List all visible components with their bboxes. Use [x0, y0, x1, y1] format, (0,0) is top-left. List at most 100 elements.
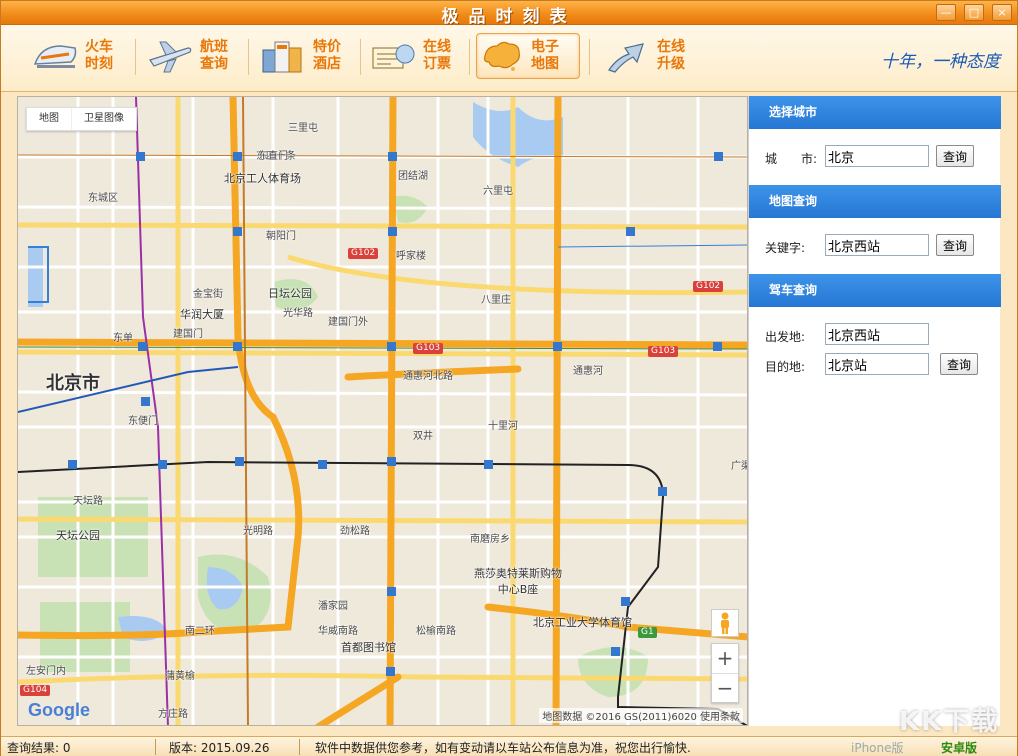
toolbar-divider — [469, 39, 470, 75]
tool-online-upgrade[interactable]: 在线升级 — [603, 33, 707, 79]
airplane-icon — [146, 36, 194, 76]
slogan-text: 十年，一种态度 — [881, 52, 1000, 72]
keyword-query-button[interactable]: 查询 — [936, 234, 974, 256]
close-button[interactable]: × — [992, 4, 1012, 21]
road-tag-g104: G104 — [20, 685, 51, 696]
map-label-poi: 天坛公园 — [56, 529, 100, 542]
map-label-poi: 首都图书馆 — [341, 641, 396, 654]
upgrade-arrow-icon — [603, 36, 651, 76]
to-input[interactable] — [825, 353, 929, 375]
toolbar-divider — [589, 39, 590, 75]
maximize-button[interactable]: □ — [964, 4, 984, 21]
map-label-street: 左安门内 — [26, 666, 66, 677]
map-label-street: 十里河 — [488, 421, 518, 432]
map-label-street: 光明路 — [243, 526, 273, 537]
tool-hotel-deals[interactable]: 特价酒店 — [259, 33, 363, 79]
tool-flight-search[interactable]: 航班查询 — [146, 33, 250, 79]
road-tag-g103: G103 — [413, 343, 444, 354]
map-label-street: 松榆南路 — [416, 626, 456, 637]
road-tag-g1: G1 — [638, 627, 657, 638]
keyword-label: 关键字: — [765, 241, 806, 255]
app-window: 极品时刻表 — □ × 火车时刻 航班查询 特价酒店 在线订票 电子地图 在线升… — [0, 0, 1018, 756]
map-label-street: 方庄路 — [158, 709, 188, 720]
street-view-pegman[interactable] — [711, 609, 739, 637]
tool-label: 电子地图 — [531, 39, 559, 72]
map-label-street: 八里庄 — [481, 295, 511, 306]
hotel-icon — [259, 36, 307, 76]
map-label-city: 北京市 — [46, 373, 100, 394]
moat — [28, 247, 43, 307]
ticket-icon — [369, 36, 417, 76]
driving-query-button[interactable]: 查询 — [940, 353, 978, 375]
toolbar-divider — [360, 39, 361, 75]
map-label-street: 天坛路 — [73, 496, 103, 507]
from-input[interactable] — [825, 323, 929, 345]
map-label-street: 南磨房乡 — [470, 534, 510, 545]
city-input[interactable] — [825, 145, 929, 167]
map-label-park: 日坛公园 — [268, 287, 312, 300]
map-label-street: 金宝街 — [193, 289, 223, 300]
title-bar[interactable]: 极品时刻表 — □ × — [1, 1, 1017, 27]
status-bar: 查询结果: 0 版本: 2015.09.26 软件中数据供您参考，如有变动请以车… — [1, 736, 1017, 756]
map-label-street: 三里屯 — [288, 123, 318, 134]
watermark-text: KK下载 — [899, 707, 1000, 737]
road-tag-g102: G102 — [348, 248, 379, 259]
map-label-street: 华威南路 — [318, 626, 358, 637]
status-result: 查询结果: 0 — [7, 741, 71, 755]
tool-label: 航班查询 — [200, 39, 228, 72]
map-label-street: 东直门 — [258, 151, 288, 162]
tool-train-timetable[interactable]: 火车时刻 — [31, 33, 135, 79]
section-title-city: 选择城市 — [749, 96, 1001, 129]
map-view[interactable]: 地图 卫星图像 北京市 北京工人体育场 华润大厦 天坛公园 首都图书馆 燕莎奥特… — [17, 96, 748, 726]
map-label-street: 建国门外 — [328, 317, 368, 328]
map-label-street: 南二环 — [185, 626, 215, 637]
map-label-poi: 燕莎奥特莱斯购物中心B座 — [474, 567, 562, 596]
minimize-button[interactable]: — — [936, 4, 956, 21]
from-label: 出发地: — [765, 330, 806, 344]
status-divider — [155, 739, 156, 755]
map-label-street: 建国门 — [173, 329, 203, 340]
map-label-street: 蒲黄榆 — [165, 671, 195, 682]
window-title: 极品时刻表 — [441, 7, 577, 27]
tool-online-booking[interactable]: 在线订票 — [369, 33, 473, 79]
road-tag-g102: G102 — [693, 281, 724, 292]
map-label-street: 通惠河 — [573, 366, 603, 377]
status-notice: 软件中数据供您参考，如有变动请以车站公布信息为准，祝您出行愉快. — [315, 741, 691, 755]
map-label-poi: 华润大厦 — [180, 308, 224, 321]
map-label-street: 通惠河北路 — [403, 371, 453, 382]
map-credit[interactable]: 地图数据 ©2016 GS(2011)6020 使用条款 — [539, 708, 743, 723]
section-title-map-search: 地图查询 — [749, 185, 1001, 218]
map-label-street: 呼家楼 — [396, 251, 426, 262]
zoom-control: + − — [711, 643, 739, 703]
keyword-input[interactable] — [825, 234, 929, 256]
to-label: 目的地: — [765, 360, 806, 374]
city-label: 城 市: — [765, 152, 818, 166]
china-map-icon — [477, 36, 525, 76]
map-label-street: 东城区 — [88, 193, 118, 204]
android-version-link[interactable]: 安卓版 — [941, 739, 977, 756]
map-type-satellite[interactable]: 卫星图像 — [71, 108, 136, 130]
map-type-roadmap[interactable]: 地图 — [27, 108, 71, 130]
city-query-button[interactable]: 查询 — [936, 145, 974, 167]
section-title-driving: 驾车查询 — [749, 274, 1001, 307]
status-version: 版本: 2015.09.26 — [169, 741, 270, 755]
train-icon — [31, 36, 79, 76]
map-label-street: 东单 — [113, 333, 133, 344]
zoom-in-button[interactable]: + — [712, 644, 738, 673]
map-label-poi: 北京工业大学体育馆 — [533, 616, 632, 629]
toolbar-divider — [135, 39, 136, 75]
map-type-switcher: 地图 卫星图像 — [26, 107, 137, 131]
main-toolbar: 火车时刻 航班查询 特价酒店 在线订票 电子地图 在线升级 十年，一种态度 — [1, 25, 1017, 92]
pegman-icon — [721, 612, 729, 634]
road-tag-g103: G103 — [648, 346, 679, 357]
iphone-version-link[interactable]: iPhone版 — [851, 739, 904, 756]
map-label-street: 潘家园 — [318, 601, 348, 612]
tool-label: 在线升级 — [657, 39, 685, 72]
tool-label: 火车时刻 — [85, 39, 113, 72]
map-label-street: 劲松路 — [340, 526, 370, 537]
map-label-poi: 北京工人体育场 — [224, 172, 301, 185]
zoom-out-button[interactable]: − — [712, 673, 738, 702]
tool-electronic-map[interactable]: 电子地图 — [476, 33, 580, 79]
map-label-street: 朝阳门 — [266, 231, 296, 242]
map-label-street: 广渠 — [731, 461, 747, 472]
